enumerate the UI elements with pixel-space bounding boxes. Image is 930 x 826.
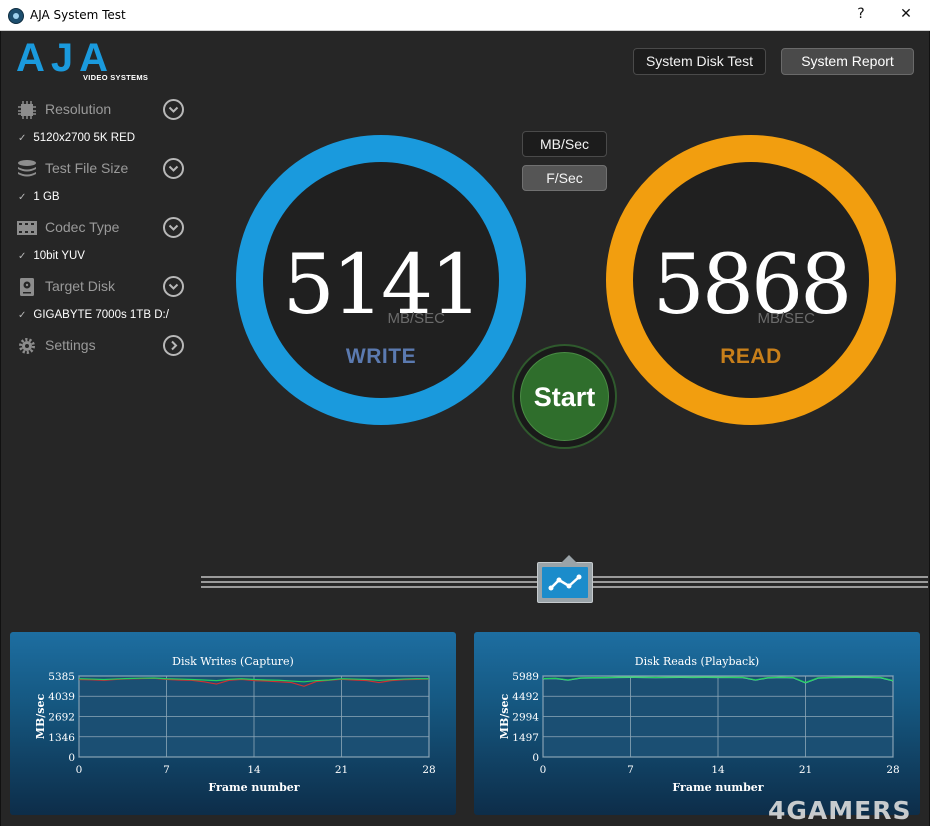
sidebar-item-label: Test File Size bbox=[45, 160, 129, 176]
y-tick-label: 4492 bbox=[512, 691, 539, 703]
aja-logo-text: AJA bbox=[16, 40, 114, 74]
sidebar-value-resolution: ✓ 5120x2700 5K RED bbox=[18, 132, 135, 144]
film-icon bbox=[16, 218, 38, 238]
y-tick-label: 5385 bbox=[48, 671, 75, 683]
sidebar-value-codec-type: ✓ 10bit YUV bbox=[18, 250, 85, 262]
y-tick-label: 2994 bbox=[512, 712, 539, 724]
read-unit: MB/SEC bbox=[757, 310, 815, 327]
sidebar-value-test-file-size: ✓ 1 GB bbox=[18, 191, 60, 203]
chevron-down-icon[interactable] bbox=[163, 99, 184, 120]
sidebar-item-target-disk[interactable]: Target Disk bbox=[16, 274, 188, 300]
x-tick-label: 0 bbox=[540, 764, 547, 776]
y-tick-label: 0 bbox=[532, 752, 539, 764]
close-button[interactable]: ✕ bbox=[894, 6, 918, 22]
x-tick-label: 14 bbox=[247, 764, 261, 776]
check-icon: ✓ bbox=[18, 133, 27, 144]
stack-icon bbox=[16, 159, 38, 179]
codec-value: 10bit YUV bbox=[33, 250, 85, 262]
sidebar-item-settings[interactable]: Settings bbox=[16, 333, 188, 359]
sidebar-item-codec-type[interactable]: Codec Type bbox=[16, 215, 188, 241]
check-icon: ✓ bbox=[18, 310, 27, 321]
y-tick-label: 1497 bbox=[512, 732, 539, 744]
graph-toggle-button[interactable] bbox=[537, 555, 593, 603]
x-axis-label: Frame number bbox=[672, 781, 763, 794]
sidebar-item-resolution[interactable]: Resolution bbox=[16, 97, 188, 123]
write-label: WRITE bbox=[345, 345, 417, 368]
chart-title: Disk Writes (Capture) bbox=[172, 655, 294, 668]
y-tick-label: 5989 bbox=[512, 671, 539, 683]
y-axis-label: MB/sec bbox=[34, 694, 47, 740]
x-tick-label: 7 bbox=[627, 764, 634, 776]
app-icon bbox=[8, 8, 24, 24]
write-gauge: 5141 MB/SEC WRITE bbox=[236, 135, 526, 425]
chart-title: Disk Reads (Playback) bbox=[635, 655, 759, 668]
window-title: AJA System Test bbox=[30, 8, 126, 22]
target-disk-value: GIGABYTE 7000s 1TB D:/ bbox=[33, 309, 169, 321]
frames-per-sec-button[interactable]: F/Sec bbox=[522, 165, 607, 191]
disk-reads-panel: Disk Reads (Playback) 0 1497 2994 4492 5989 0 7… bbox=[474, 632, 920, 815]
disk-icon bbox=[16, 277, 38, 297]
sidebar-item-label: Target Disk bbox=[45, 278, 116, 294]
x-tick-label: 0 bbox=[76, 764, 83, 776]
mb-per-sec-button[interactable]: MB/Sec bbox=[522, 131, 607, 157]
disk-reads-chart: Disk Reads (Playback) 0 1497 2994 4492 5989 0 7… bbox=[498, 655, 900, 794]
x-axis-label: Frame number bbox=[208, 781, 299, 794]
start-button[interactable]: Start bbox=[512, 344, 617, 449]
y-tick-label: 2692 bbox=[48, 712, 75, 724]
logo-subtitle: VIDEO SYSTEMS bbox=[83, 73, 149, 82]
line-graph-icon bbox=[542, 567, 588, 598]
read-gauge: 5868 MB/SEC READ bbox=[606, 135, 896, 425]
read-value: 5868 bbox=[652, 238, 853, 333]
y-axis-label: MB/sec bbox=[498, 694, 511, 740]
aja-logo-mark: AJA bbox=[16, 40, 114, 74]
sidebar-item-label: Resolution bbox=[45, 101, 112, 117]
x-tick-label: 14 bbox=[711, 764, 725, 776]
system-report-button[interactable]: System Report bbox=[781, 48, 914, 75]
system-disk-test-button[interactable]: System Disk Test bbox=[633, 48, 766, 75]
disk-writes-panel: Disk Writes (Capture) 0 1346 2692 4039 5385 0 7… bbox=[10, 632, 456, 815]
x-tick-label: 28 bbox=[422, 764, 435, 776]
chevron-right-icon[interactable] bbox=[163, 335, 184, 356]
y-tick-label: 1346 bbox=[48, 732, 75, 744]
chip-icon bbox=[16, 100, 38, 120]
write-value: 5141 bbox=[282, 238, 483, 333]
x-tick-label: 7 bbox=[163, 764, 170, 776]
sidebar-item-test-file-size[interactable]: Test File Size bbox=[16, 156, 188, 182]
watermark: 4GAMERS bbox=[768, 796, 912, 825]
sidebar-item-label: Codec Type bbox=[45, 219, 120, 235]
disk-writes-chart: Disk Writes (Capture) 0 1346 2692 4039 5385 0 7… bbox=[34, 655, 436, 794]
chevron-down-icon[interactable] bbox=[163, 158, 184, 179]
chevron-down-icon[interactable] bbox=[163, 276, 184, 297]
check-icon: ✓ bbox=[18, 251, 27, 262]
x-tick-label: 21 bbox=[335, 764, 348, 776]
check-icon: ✓ bbox=[18, 192, 27, 203]
start-label: Start bbox=[533, 382, 596, 412]
start-button-face[interactable]: Start bbox=[520, 352, 609, 441]
x-tick-label: 21 bbox=[799, 764, 812, 776]
file-size-value: 1 GB bbox=[33, 191, 60, 203]
read-label: READ bbox=[720, 345, 782, 368]
sidebar-value-target-disk: ✓ GIGABYTE 7000s 1TB D:/ bbox=[18, 309, 169, 321]
sidebar-item-label: Settings bbox=[45, 337, 96, 353]
write-unit: MB/SEC bbox=[387, 310, 445, 327]
x-tick-label: 28 bbox=[886, 764, 899, 776]
gear-icon bbox=[16, 336, 38, 356]
help-button[interactable]: ? bbox=[849, 6, 873, 22]
y-tick-label: 0 bbox=[68, 752, 75, 764]
resolution-value: 5120x2700 5K RED bbox=[33, 132, 136, 144]
y-tick-label: 4039 bbox=[48, 691, 75, 703]
title-bar: AJA System Test ? ✕ bbox=[0, 0, 930, 31]
chevron-down-icon[interactable] bbox=[163, 217, 184, 238]
